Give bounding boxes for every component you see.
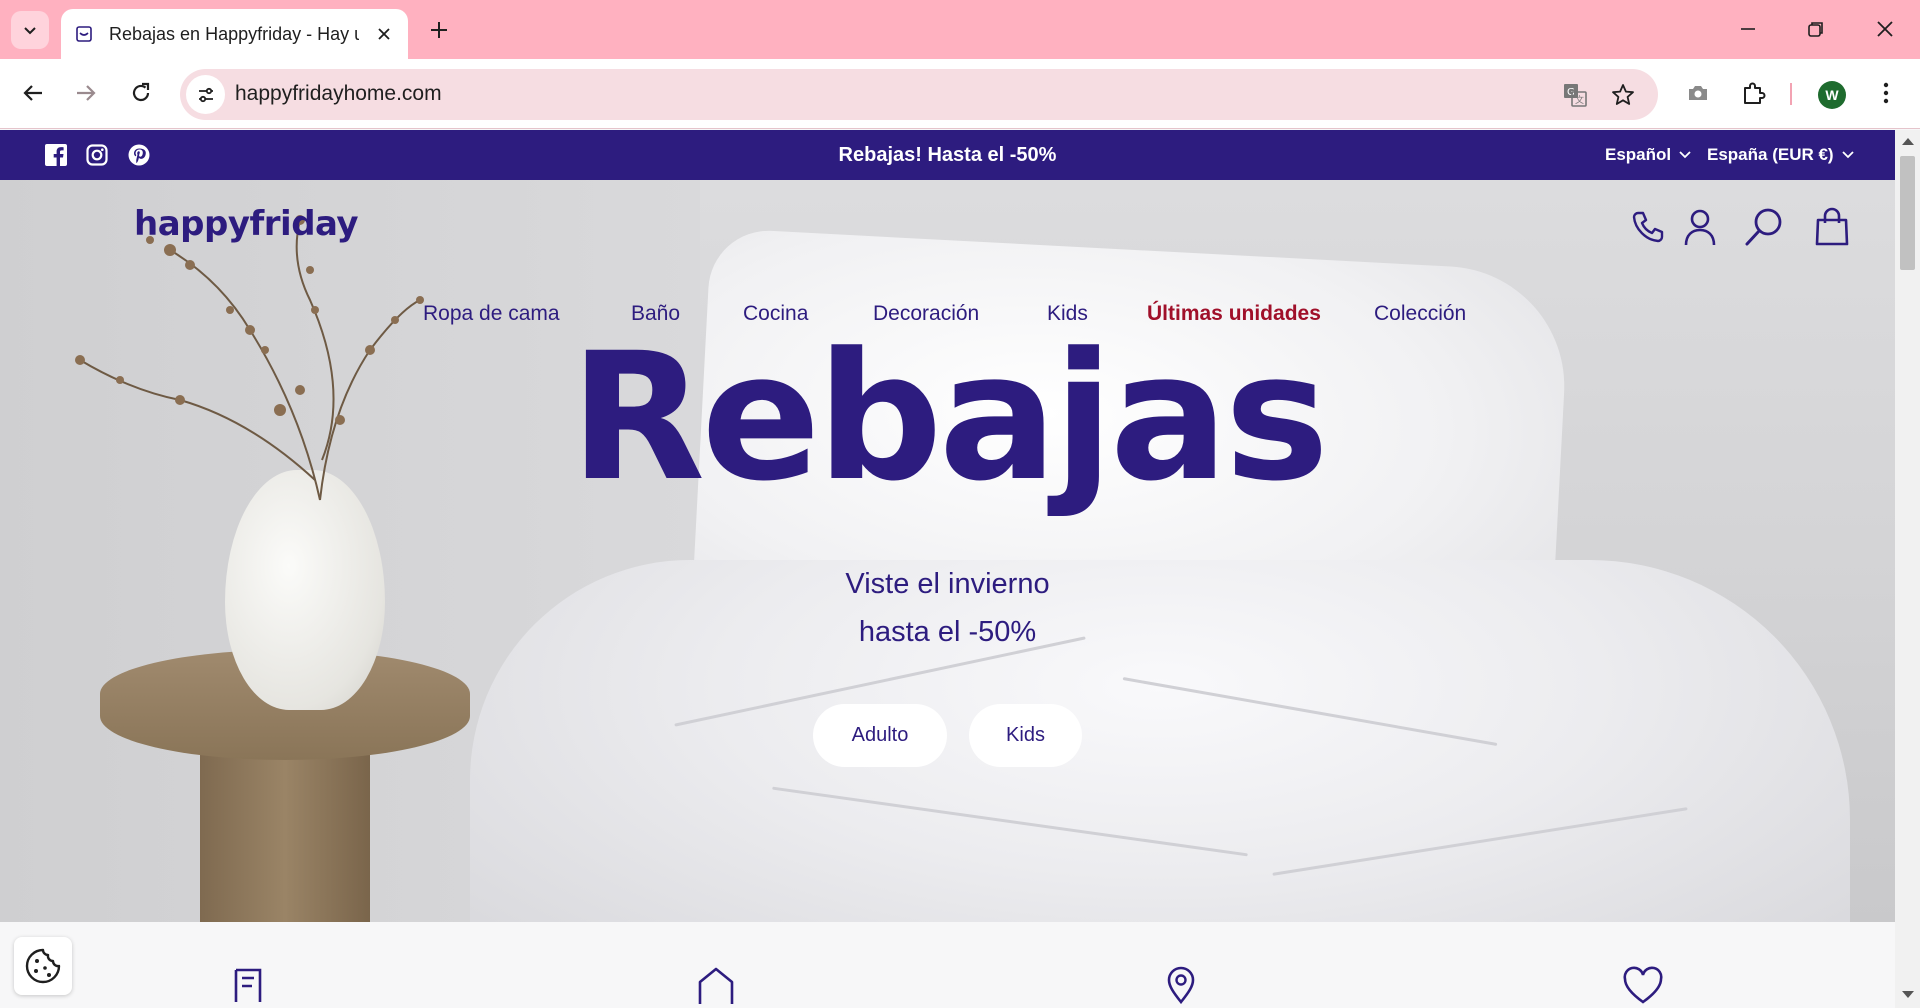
nav-item-ropa-de-cama[interactable]: Ropa de cama [423, 302, 560, 326]
site-info-icon[interactable] [186, 75, 225, 114]
chevron-down-icon [1679, 151, 1691, 159]
minimize-icon[interactable] [1733, 14, 1763, 44]
profile-avatar[interactable]: W [1818, 81, 1846, 109]
browser-tab-bar: Rebajas en Happyfriday - Hay u [0, 0, 1920, 59]
chevron-down-icon [1841, 151, 1854, 159]
restore-icon[interactable] [1801, 14, 1831, 44]
browser-tab[interactable]: Rebajas en Happyfriday - Hay u [61, 9, 408, 59]
menu-icon[interactable] [1869, 76, 1903, 110]
heart-icon [1619, 962, 1667, 1008]
currency-selector[interactable]: España (EUR €) [1707, 145, 1854, 165]
toolbar-separator [1790, 83, 1792, 105]
receipt-icon [228, 962, 276, 1008]
url-text: happyfridayhome.com [235, 82, 442, 105]
kids-button[interactable]: Kids [969, 704, 1082, 767]
forward-icon[interactable] [69, 76, 103, 110]
site-logo[interactable]: happyfriday [134, 204, 359, 244]
account-icon[interactable] [1679, 206, 1721, 248]
translate-icon[interactable]: G文 [1560, 80, 1590, 110]
screenshot-icon[interactable] [1681, 76, 1715, 110]
cookie-icon [25, 948, 61, 984]
extensions-icon[interactable] [1737, 76, 1771, 110]
hero-subtitle-line-1: Viste el invierno [845, 568, 1050, 600]
side-table-leg-image [200, 740, 370, 922]
address-bar[interactable]: happyfridayhome.com G文 [180, 69, 1658, 120]
page-scrollbar[interactable] [1895, 130, 1920, 1008]
tab-title: Rebajas en Happyfriday - Hay u [109, 23, 359, 44]
web-page: Rebajas! Hasta el -50% Español España (E… [0, 130, 1895, 1008]
language-label: Español [1605, 145, 1672, 164]
scroll-up-arrow-icon[interactable] [1902, 138, 1914, 145]
svg-text:文: 文 [1575, 94, 1584, 106]
location-pin-icon [1157, 962, 1205, 1008]
features-strip [0, 922, 1895, 1008]
home-icon [692, 962, 740, 1008]
favicon-icon [75, 25, 93, 43]
close-window-icon[interactable] [1870, 14, 1900, 44]
tab-list-icon [24, 27, 36, 35]
close-tab-icon[interactable] [374, 24, 394, 44]
language-selector[interactable]: Español [1605, 145, 1691, 165]
phone-icon[interactable] [1627, 206, 1669, 248]
nav-item-coleccion[interactable]: Colección [1374, 302, 1466, 326]
bookmark-star-icon[interactable] [1608, 80, 1638, 110]
tab-list-button[interactable] [11, 11, 49, 49]
reload-icon[interactable] [124, 76, 158, 110]
search-icon[interactable] [1743, 206, 1785, 248]
browser-toolbar: happyfridayhome.com G文 W [0, 59, 1920, 129]
cart-icon[interactable] [1811, 206, 1853, 248]
new-tab-icon[interactable] [424, 15, 454, 45]
hero-banner: happyfriday Ropa de cama Baño Cocina Dec… [0, 180, 1895, 922]
hero-subtitle-line-2: hasta el -50% [858, 616, 1037, 648]
cookie-settings-button[interactable] [14, 937, 72, 995]
adulto-button[interactable]: Adulto [813, 704, 947, 767]
currency-label: España (EUR €) [1707, 145, 1834, 164]
back-icon[interactable] [16, 76, 50, 110]
scrollbar-thumb[interactable] [1900, 156, 1915, 270]
hero-subtitle: Viste el invierno hasta el -50% [0, 560, 1895, 656]
scroll-down-arrow-icon[interactable] [1902, 991, 1914, 998]
hero-title: Rebajas [569, 315, 1330, 520]
promo-bar: Rebajas! Hasta el -50% Español España (E… [0, 130, 1895, 180]
